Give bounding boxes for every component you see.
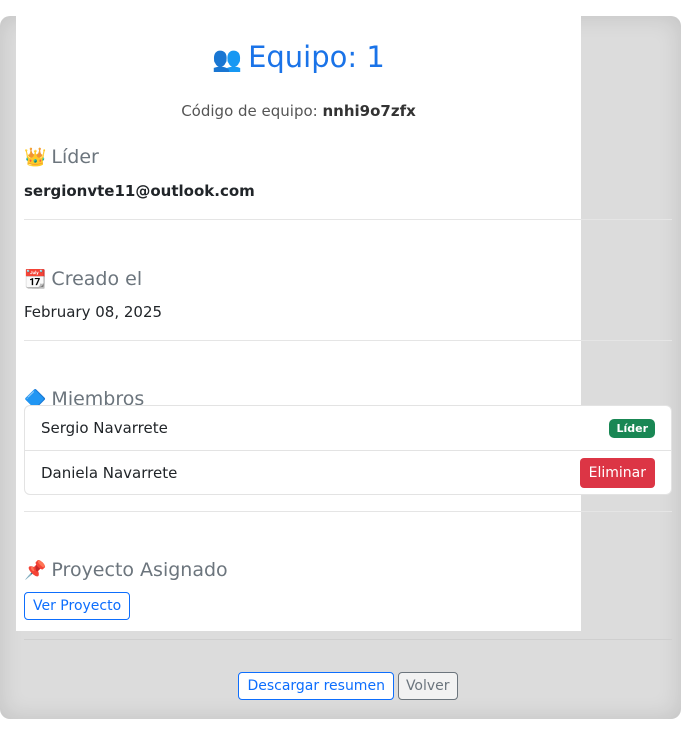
leader-email: sergionvte11@outlook.com xyxy=(24,182,255,200)
remove-member-button[interactable]: Eliminar xyxy=(579,457,655,488)
list-item: Sergio Navarrete Líder xyxy=(25,406,671,450)
pushpin-icon: 📌 xyxy=(24,560,47,581)
back-button[interactable]: Volver xyxy=(397,672,458,700)
member-name: Daniela Navarrete xyxy=(41,463,178,482)
leader-badge: Líder xyxy=(609,418,655,438)
footer-actions: Descargar resumen Volver xyxy=(0,672,696,700)
project-heading-text: Proyecto Asignado xyxy=(51,559,228,581)
leader-heading-text: Líder xyxy=(51,146,99,168)
view-project-button[interactable]: Ver Proyecto xyxy=(24,592,131,620)
download-summary-button[interactable]: Descargar resumen xyxy=(238,672,394,700)
team-icon: 👥 xyxy=(212,45,243,73)
divider xyxy=(24,219,672,220)
leader-heading: 👑 Líder xyxy=(24,146,99,168)
frame-strip xyxy=(580,0,696,16)
list-item: Daniela Navarrete Eliminar xyxy=(25,450,671,494)
divider xyxy=(24,511,672,512)
team-code-label: Código de equipo: xyxy=(181,102,318,120)
calendar-icon: 📆 xyxy=(24,269,47,290)
project-heading: 📌 Proyecto Asignado xyxy=(24,559,228,581)
created-heading: 📆 Creado el xyxy=(24,268,142,290)
divider xyxy=(24,340,672,341)
team-title-text: Equipo: 1 xyxy=(248,40,385,74)
member-name: Sergio Navarrete xyxy=(41,419,168,437)
crown-icon: 👑 xyxy=(24,147,47,168)
team-detail-card: 👥 Equipo: 1 Código de equipo: nnhi9o7zfx … xyxy=(16,16,581,631)
divider xyxy=(24,639,672,640)
page-title: 👥 Equipo: 1 xyxy=(16,40,581,74)
created-heading-text: Creado el xyxy=(51,268,143,290)
team-code-value: nnhi9o7zfx xyxy=(322,102,416,120)
members-list: Sergio Navarrete Líder Daniela Navarrete… xyxy=(24,405,672,495)
created-date: February 08, 2025 xyxy=(24,303,163,321)
team-code: Código de equipo: nnhi9o7zfx xyxy=(16,102,581,120)
